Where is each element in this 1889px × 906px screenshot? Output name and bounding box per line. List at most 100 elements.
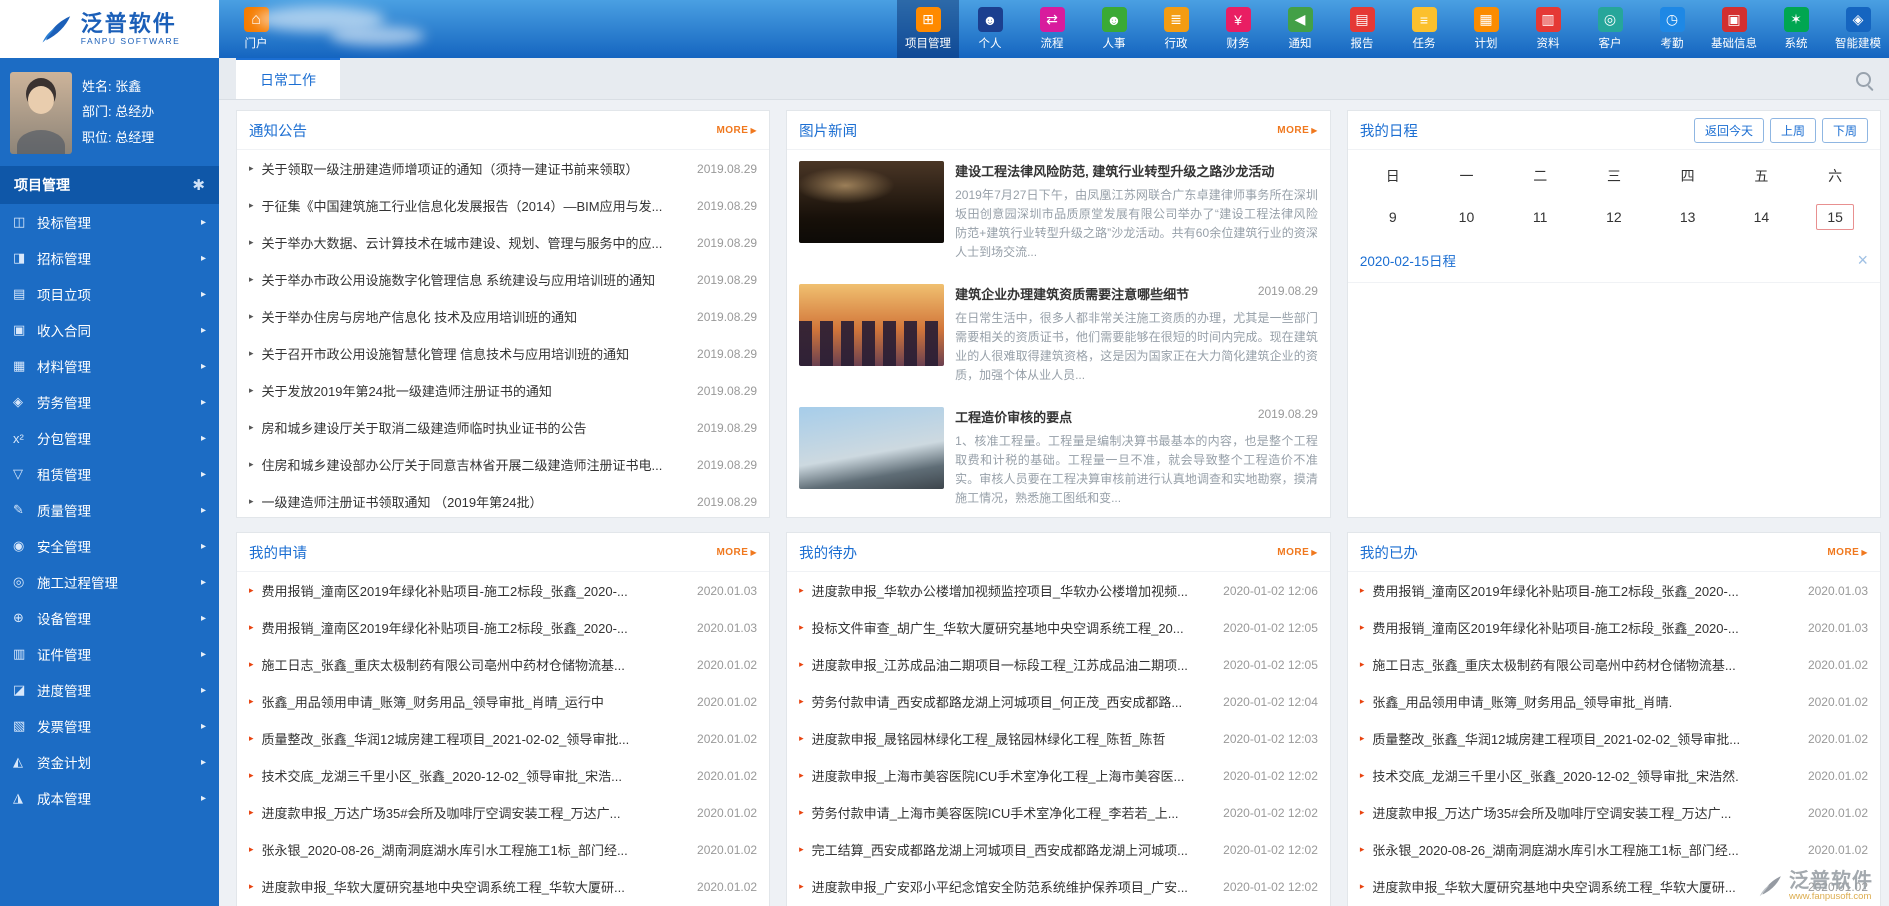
topnav-item[interactable]: ◷ 考勤 [1641, 0, 1703, 58]
notice-list-item[interactable]: ▸ 住房和城乡建设部办公厅关于同意吉林省开展二级建造师注册证书电... 2019… [237, 446, 769, 483]
calendar-day[interactable]: 10 [1447, 204, 1485, 230]
more-link[interactable]: MORE ▶ [1277, 125, 1318, 136]
todo-list-item[interactable]: ▸ 进度款申报_上海市美容医院ICU手术室净化工程_上海市美容医... 2020… [787, 757, 1330, 794]
notice-list-item[interactable]: ▸ 关于举办大数据、云计算技术在城市建设、规划、管理与服务中的应... 2019… [237, 224, 769, 261]
news-item[interactable]: 建设工程法律风险防范, 建筑行业转型升级之路沙龙活动 2019年7月27日下午，… [787, 150, 1330, 273]
topnav-item[interactable]: ▣ 基础信息 [1703, 0, 1765, 58]
sidebar-menu-item[interactable]: ◭ 资金计划 ▸ [0, 744, 219, 780]
done-list-item[interactable]: ▸ 进度款申报_华软大厦研究基地中央空调系统工程_华软大厦研... 2020.0… [1348, 868, 1880, 905]
application-list-item[interactable]: ▸ 张鑫_用品领用申请_账簿_财务用品_领导审批_肖晴_运行中 2020.01.… [237, 683, 769, 720]
notice-text: 于征集《中国建筑施工行业信息化发展报告（2014）—BIM应用与发... [261, 199, 663, 214]
todo-list-item[interactable]: ▸ 进度款申报_广安邓小平纪念馆安全防范系统维护保养项目_广安... 2020-… [787, 868, 1330, 905]
calendar-day[interactable]: 9 [1374, 204, 1412, 230]
news-item[interactable]: 2019.08.29 工程造价审核的要点 1、核准工程量。工程量是编制决算书最基… [787, 396, 1330, 517]
notice-list-item[interactable]: ▸ 关于举办市政公用设施数字化管理信息 系统建设与应用培训班的通知 2019.0… [237, 261, 769, 298]
done-list-item[interactable]: ▸ 费用报销_潼南区2019年绿化补贴项目-施工2标段_张鑫_2020-... … [1348, 572, 1880, 609]
sidebar-menu-item[interactable]: ◨ 招标管理 ▸ [0, 240, 219, 276]
topnav-label: 个人 [978, 38, 1002, 50]
sidebar-menu-item[interactable]: ◎ 施工过程管理 ▸ [0, 564, 219, 600]
bullet-icon: ▸ [1359, 807, 1365, 817]
notice-date: 2019.08.29 [697, 309, 758, 324]
sidebar-menu-item[interactable]: ◉ 安全管理 ▸ [0, 528, 219, 564]
sidebar-menu-item[interactable]: ◪ 进度管理 ▸ [0, 672, 219, 708]
sidebar-menu-item[interactable]: ◈ 劳务管理 ▸ [0, 384, 219, 420]
application-list-item[interactable]: ▸ 费用报销_潼南区2019年绿化补贴项目-施工2标段_张鑫_2020-... … [237, 609, 769, 646]
more-link[interactable]: MORE ▶ [1277, 547, 1318, 558]
topnav-item[interactable]: ⊞ 项目管理 [897, 0, 959, 58]
topnav-item[interactable]: ▥ 资料 [1517, 0, 1579, 58]
done-list-item[interactable]: ▸ 张永银_2020-08-26_湖南洞庭湖水库引水工程施工1标_部门经... … [1348, 831, 1880, 868]
tab-daily-work[interactable]: 日常工作 [236, 58, 340, 99]
more-link[interactable]: MORE ▶ [1827, 547, 1868, 558]
sidebar-menu-item[interactable]: ▦ 材料管理 ▸ [0, 348, 219, 384]
notice-list-item[interactable]: ▸ 关于领取一级注册建造师增项证的通知（须持一建证书前来领取） 2019.08.… [237, 150, 769, 187]
calendar-nav-button[interactable]: 上周 [1769, 117, 1816, 143]
notice-list-item[interactable]: ▸ 关于发放2019年第24批一级建造师注册证书的通知 2019.08.29 [237, 372, 769, 409]
notice-list-item[interactable]: ▸ 于征集《中国建筑施工行业信息化发展报告（2014）—BIM应用与发... 2… [237, 187, 769, 224]
sidebar-menu-item[interactable]: ▧ 发票管理 ▸ [0, 708, 219, 744]
application-list-item[interactable]: ▸ 进度款申报_华软大厦研究基地中央空调系统工程_华软大厦研... 2020.0… [237, 868, 769, 905]
topnav-item[interactable]: ¥ 财务 [1207, 0, 1269, 58]
news-item[interactable]: 2019.08.29 建筑企业办理建筑资质需要注意哪些细节 在日常生活中，很多人… [787, 273, 1330, 396]
done-list-item[interactable]: ▸ 张鑫_用品领用申请_账簿_财务用品_领导审批_肖晴. 2020.01.02 [1348, 683, 1880, 720]
todo-list-item[interactable]: ▸ 进度款申报_晟铭园林绿化工程_晟铭园林绿化工程_陈哲_陈哲 2020-01-… [787, 720, 1330, 757]
topnav-item[interactable]: ☻ 人事 [1083, 0, 1145, 58]
todo-list-item[interactable]: ▸ 劳务付款申请_上海市美容医院ICU手术室净化工程_李若若_上... 2020… [787, 794, 1330, 831]
todo-list-item[interactable]: ▸ 完工结算_西安成都路龙湖上河城项目_西安成都路龙湖上河城项... 2020-… [787, 831, 1330, 868]
calendar-day[interactable]: 11 [1521, 204, 1559, 230]
todo-list-item[interactable]: ▸ 劳务付款申请_西安成都路龙湖上河城项目_何正茂_西安成都路... 2020-… [787, 683, 1330, 720]
calendar-nav-button[interactable]: 下周 [1821, 117, 1868, 143]
topnav-item[interactable]: ◀ 通知 [1269, 0, 1331, 58]
topnav-item[interactable]: ☻ 个人 [959, 0, 1021, 58]
notice-list-item[interactable]: ▸ 关于召开市政公用设施智慧化管理 信息技术与应用培训班的通知 2019.08.… [237, 335, 769, 372]
notice-list-item[interactable]: ▸ 一级建造师注册证书领取通知 （2019年第24批） 2019.08.29 [237, 483, 769, 517]
topnav-item[interactable]: ▦ 计划 [1455, 0, 1517, 58]
calendar-day[interactable]: 15 [1816, 204, 1855, 230]
sidebar-menu-item[interactable]: ✎ 质量管理 ▸ [0, 492, 219, 528]
topnav-label: 报告 [1350, 38, 1374, 50]
application-list-item[interactable]: ▸ 进度款申报_万达广场35#会所及咖啡厅空调安装工程_万达广... 2020.… [237, 794, 769, 831]
application-list-item[interactable]: ▸ 费用报销_潼南区2019年绿化补贴项目-施工2标段_张鑫_2020-... … [237, 572, 769, 609]
weekday-label: 日 [1385, 168, 1400, 184]
calendar-day[interactable]: 13 [1669, 204, 1707, 230]
more-link[interactable]: MORE ▶ [716, 125, 757, 136]
calendar-day[interactable]: 14 [1742, 204, 1780, 230]
more-link[interactable]: MORE ▶ [716, 547, 757, 558]
done-list-item[interactable]: ▸ 费用报销_潼南区2019年绿化补贴项目-施工2标段_张鑫_2020-... … [1348, 609, 1880, 646]
close-icon[interactable]: × [1857, 251, 1868, 269]
sidebar-menu-item[interactable]: ⊕ 设备管理 ▸ [0, 600, 219, 636]
topnav-item[interactable]: ▤ 报告 [1331, 0, 1393, 58]
sidebar-menu-item[interactable]: ▣ 收入合同 ▸ [0, 312, 219, 348]
sidebar-menu-item[interactable]: ▥ 证件管理 ▸ [0, 636, 219, 672]
notice-list-item[interactable]: ▸ 关于举办住房与房地产信息化 技术及应用培训班的通知 2019.08.29 [237, 298, 769, 335]
done-list-item[interactable]: ▸ 技术交底_龙湖三千里小区_张鑫_2020-12-02_领导审批_宋浩然. 2… [1348, 757, 1880, 794]
todo-list-item[interactable]: ▸ 进度款申报_华软办公楼增加视频监控项目_华软办公楼增加视频... 2020-… [787, 572, 1330, 609]
topnav-item[interactable]: ◈ 智能建模 [1827, 0, 1889, 58]
application-text: 费用报销_潼南区2019年绿化补贴项目-施工2标段_张鑫_2020-... [261, 584, 628, 599]
search-icon[interactable] [1856, 72, 1871, 87]
gear-icon[interactable]: ✱ [192, 176, 205, 194]
topnav-item[interactable]: ✶ 系统 [1765, 0, 1827, 58]
sidebar-menu-item[interactable]: ▤ 项目立项 ▸ [0, 276, 219, 312]
sidebar-menu-item[interactable]: ◫ 投标管理 ▸ [0, 204, 219, 240]
topnav-item[interactable]: ≡ 任务 [1393, 0, 1455, 58]
topnav-item[interactable]: ≣ 行政 [1145, 0, 1207, 58]
done-list-item[interactable]: ▸ 质量整改_张鑫_华润12城房建工程项目_2021-02-02_领导审批...… [1348, 720, 1880, 757]
calendar-nav-button[interactable]: 返回今天 [1693, 117, 1764, 143]
calendar-day[interactable]: 12 [1595, 204, 1633, 230]
sidebar-menu-item[interactable]: ▽ 租赁管理 ▸ [0, 456, 219, 492]
done-list-item[interactable]: ▸ 施工日志_张鑫_重庆太极制药有限公司亳州中药材仓储物流基... 2020.0… [1348, 646, 1880, 683]
sidebar-menu-item[interactable]: ◮ 成本管理 ▸ [0, 780, 219, 816]
application-list-item[interactable]: ▸ 张永银_2020-08-26_湖南洞庭湖水库引水工程施工1标_部门经... … [237, 831, 769, 868]
application-list-item[interactable]: ▸ 技术交底_龙湖三千里小区_张鑫_2020-12-02_领导审批_宋浩... … [237, 757, 769, 794]
sidebar-menu-item[interactable]: x² 分包管理 ▸ [0, 420, 219, 456]
topnav-item[interactable]: ◎ 客户 [1579, 0, 1641, 58]
application-list-item[interactable]: ▸ 施工日志_张鑫_重庆太极制药有限公司亳州中药材仓储物流基... 2020.0… [237, 646, 769, 683]
todo-list-item[interactable]: ▸ 进度款申报_江苏成品油二期项目一标段工程_江苏成品油二期项... 2020-… [787, 646, 1330, 683]
notice-list-item[interactable]: ▸ 房和城乡建设厅关于取消二级建造师临时执业证书的公告 2019.08.29 [237, 409, 769, 446]
todo-list-item[interactable]: ▸ 投标文件审查_胡广生_华软大厦研究基地中央空调系统工程_20... 2020… [787, 609, 1330, 646]
topnav-item[interactable]: ⇄ 流程 [1021, 0, 1083, 58]
application-list-item[interactable]: ▸ 质量整改_张鑫_华润12城房建工程项目_2021-02-02_领导审批...… [237, 720, 769, 757]
done-list-item[interactable]: ▸ 进度款申报_万达广场35#会所及咖啡厅空调安装工程_万达广... 2020.… [1348, 794, 1880, 831]
more-arrow-icon: ▶ [1861, 547, 1868, 557]
